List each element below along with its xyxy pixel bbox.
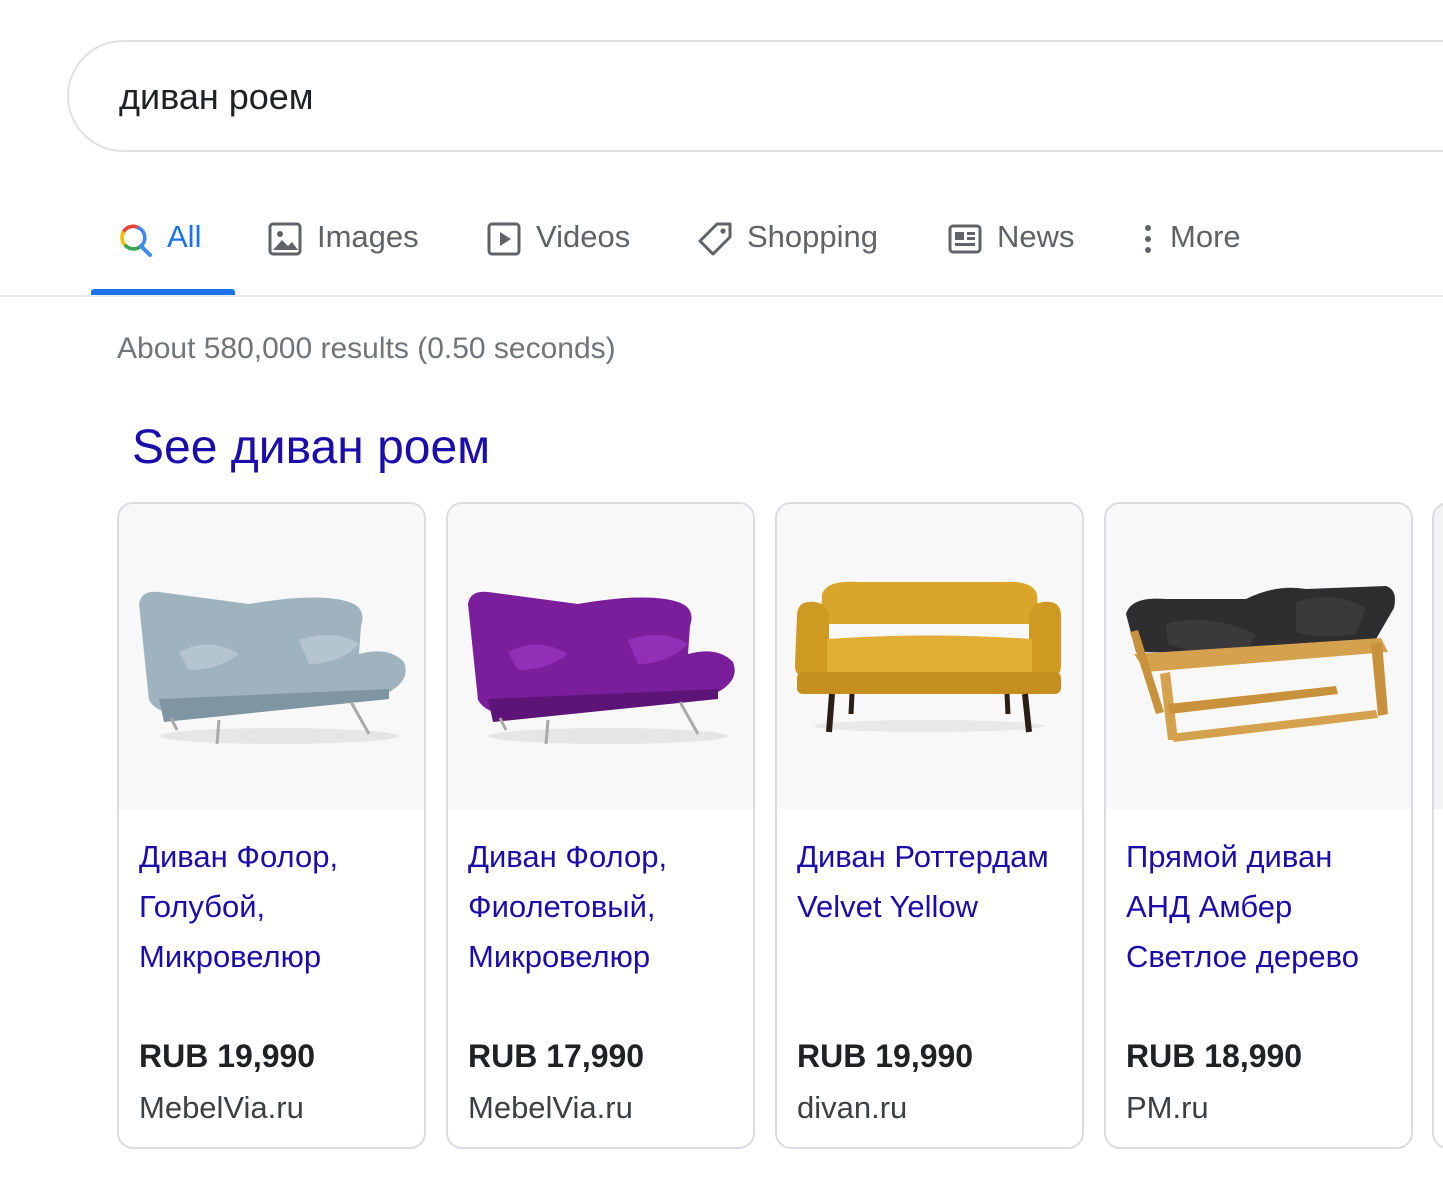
product-image	[1106, 504, 1411, 809]
video-icon	[486, 221, 522, 257]
search-input[interactable]	[119, 70, 1219, 124]
product-card[interactable]: Диван Роттердам Velvet Yellow RUB 19,990…	[775, 502, 1084, 1149]
product-title-link[interactable]: Диван Роттердам Velvet Yellow	[797, 832, 1067, 932]
tab-more[interactable]: More	[1140, 205, 1241, 295]
product-image	[119, 504, 424, 809]
search-icon	[117, 221, 153, 257]
product-image	[448, 504, 753, 809]
product-merchant: divan.ru	[797, 1090, 908, 1125]
product-title-link[interactable]: Диван Фолор, Голубой, Микровелюр	[139, 832, 409, 982]
search-box[interactable]	[67, 40, 1443, 152]
product-card[interactable]: Диван Фолор, Фиолетовый, Микровелюр RUB …	[446, 502, 755, 1149]
tag-icon	[697, 221, 733, 257]
product-merchant: MebelVia.ru	[139, 1090, 304, 1125]
product-price: RUB 19,990	[797, 1038, 974, 1074]
product-merchant: PM.ru	[1126, 1090, 1209, 1125]
tab-more-label: More	[1170, 219, 1241, 254]
product-title-link[interactable]: Диван Фолор, Фиолетовый, Микровелюр	[468, 832, 738, 982]
product-merchant: MebelVia.ru	[468, 1090, 633, 1125]
image-icon	[267, 221, 303, 257]
product-price: RUB 17,990	[468, 1038, 645, 1074]
tab-news[interactable]: News	[947, 205, 1075, 295]
news-icon	[947, 221, 983, 257]
product-price: RUB 19,990	[139, 1038, 316, 1074]
product-card[interactable]: Прямой диван АНД Амбер Светлое дерево RU…	[1104, 502, 1413, 1149]
shopping-heading-link[interactable]: See диван роем	[132, 420, 490, 475]
product-image	[777, 504, 1082, 809]
product-card-partial[interactable]	[1432, 502, 1443, 1149]
tab-shopping-label: Shopping	[747, 219, 879, 254]
tab-images-label: Images	[317, 219, 419, 254]
more-vert-icon	[1140, 221, 1156, 257]
product-image	[1434, 504, 1443, 809]
active-tab-indicator	[91, 289, 235, 295]
search-results-page: All Images Videos	[0, 0, 1443, 1191]
product-card[interactable]: Диван Фолор, Голубой, Микровелюр RUB 19,…	[117, 502, 426, 1149]
product-price: RUB 18,990	[1126, 1038, 1303, 1074]
tab-all[interactable]: All	[117, 205, 201, 295]
tab-shopping[interactable]: Shopping	[697, 205, 878, 295]
result-stats: About 580,000 results (0.50 seconds)	[117, 332, 616, 365]
tab-news-label: News	[997, 219, 1075, 254]
product-title-link[interactable]: Прямой диван АНД Амбер Светлое дерево	[1126, 832, 1396, 982]
tab-all-label: All	[167, 219, 202, 254]
search-tabs: All Images Videos Shopping News More	[0, 205, 1443, 297]
tab-images[interactable]: Images	[267, 205, 419, 295]
tab-videos[interactable]: Videos	[486, 205, 630, 295]
tab-videos-label: Videos	[536, 219, 631, 254]
